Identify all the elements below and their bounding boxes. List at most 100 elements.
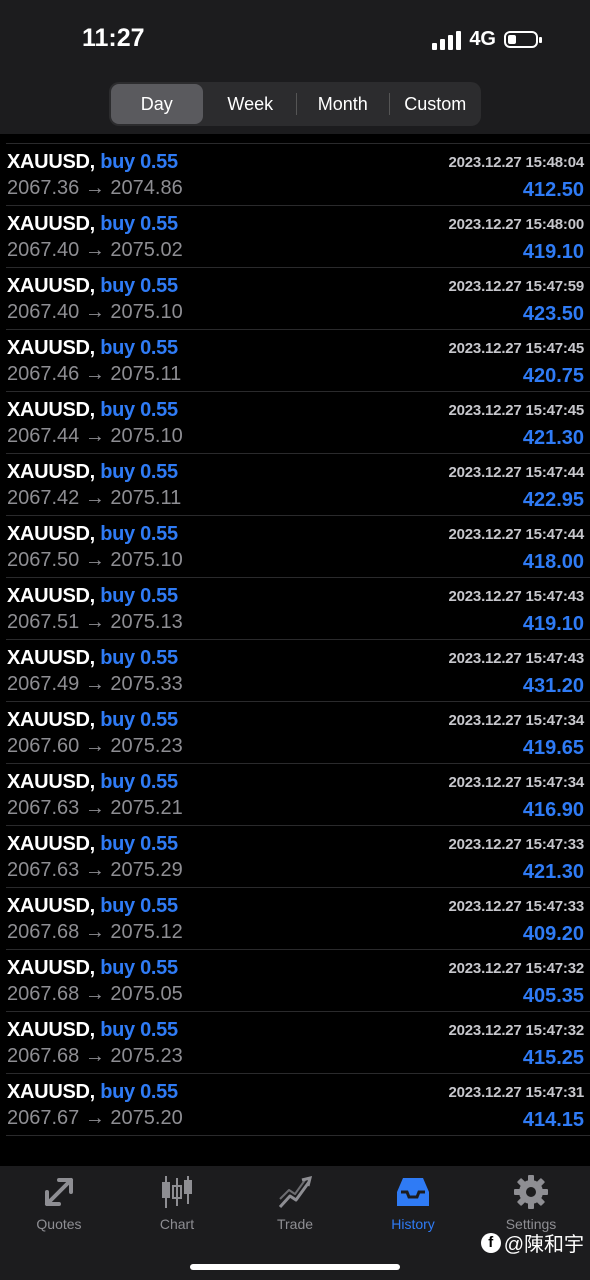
segment-label: Day: [140, 93, 173, 114]
deal-symbol: XAUUSD,: [7, 833, 95, 855]
deal-side-volume: buy 0.55: [100, 213, 178, 235]
deal-profit: 409.20: [523, 134, 584, 140]
deal-datetime: 2023.12.27 15:47:32: [448, 960, 585, 977]
period-segmented-control: Day Week Month Custom: [109, 82, 481, 126]
deal-datetime: 2023.12.27 15:47:44: [448, 464, 585, 481]
deal-symbol-line: XAUUSD, buy 0.55: [7, 275, 178, 298]
deal-row[interactable]: XAUUSD, buy 0.55 2067.51 → 2075.13 2023.12…: [6, 578, 590, 640]
deal-row[interactable]: XAUUSD, buy 0.55 2067.67 → 2075.20 2023.12…: [6, 1074, 590, 1136]
deal-symbol: XAUUSD,: [7, 275, 95, 297]
deal-prices: 2067.63 → 2075.29: [7, 859, 183, 881]
deal-prices: 2067.42 → 2075.11: [7, 487, 182, 509]
tab-settings[interactable]: Settings: [472, 1174, 590, 1234]
deal-datetime: 2023.12.27 15:47:32: [448, 1022, 585, 1039]
deal-row[interactable]: XAUUSD, buy 0.55 2067.68 → 2075.05 2023.12…: [6, 950, 590, 1012]
segment-label: Week: [227, 93, 274, 114]
deal-row[interactable]: XAUUSD, buy 0.55 2067.50 → 2075.10 2023.12…: [6, 516, 590, 578]
deal-prices: 2067.67 → 2075.20: [7, 1107, 183, 1129]
segment-custom[interactable]: Custom: [390, 84, 482, 124]
network-type: 4G: [469, 28, 496, 50]
tab-label: Quotes: [36, 1216, 82, 1232]
deal-datetime: 2023.12.27 15:47:33: [448, 836, 585, 853]
deal-profit: 419.10: [522, 241, 584, 263]
deal-prices: 2067.46 → 2075.11: [7, 363, 182, 385]
battery-icon: [504, 31, 542, 48]
chart-icon: [162, 1176, 192, 1208]
deal-row[interactable]: XAUUSD, buy 0.55 2067.68 → 2075.12 2023.12…: [6, 888, 590, 950]
deal-side-volume: buy 0.55: [100, 647, 178, 669]
deal-profit: 420.75: [522, 365, 584, 387]
deal-side-volume: buy 0.55: [100, 151, 178, 173]
tab-chart[interactable]: Chart: [118, 1174, 236, 1234]
deal-side-volume: buy 0.55: [100, 709, 178, 731]
deal-symbol-line: XAUUSD, buy 0.55: [7, 771, 178, 794]
signal-icon: [432, 30, 462, 50]
deal-prices: 2067.40 → 2075.10: [7, 301, 183, 323]
deal-row[interactable]: XAUUSD, buy 0.55 2067.44 → 2075.10 2023.12…: [6, 392, 590, 454]
deal-prices: 2067.63 → 2075.21: [7, 797, 183, 819]
tab-trade[interactable]: Trade: [236, 1174, 354, 1234]
deal-profit: 409.20: [522, 923, 584, 945]
status-bar: 11:27 4G: [0, 0, 590, 80]
deal-symbol: XAUUSD,: [7, 647, 95, 669]
deal-profit: 415.25: [522, 1047, 584, 1069]
deal-row[interactable]: XAUUSD, buy 0.55 2067.46 → 2075.11 2023.12…: [6, 330, 590, 392]
deal-symbol-line: XAUUSD, buy 0.55: [7, 523, 178, 546]
period-selector-bar: Day Week Month Custom: [0, 80, 590, 134]
deal-row[interactable]: XAUUSD, buy 0.55 2067.36 → 2074.86 2023.12…: [6, 144, 590, 206]
deal-symbol-line: XAUUSD, buy 0.55: [7, 709, 178, 732]
deal-profit: 419.65: [522, 737, 584, 759]
deal-side-volume: buy 0.55: [100, 895, 178, 917]
deal-row[interactable]: XAUUSD, buy 0.55 2067.49 → 2075.33 2023.12…: [6, 640, 590, 702]
deal-symbol-line: XAUUSD, buy 0.55: [7, 213, 178, 236]
deal-datetime: 2023.12.27 15:48:00: [448, 216, 585, 233]
deal-symbol: XAUUSD,: [7, 771, 95, 793]
deal-row[interactable]: XAUUSD, buy 0.55 2067.42 → 2075.11 2023.12…: [6, 454, 590, 516]
deal-row[interactable]: XAUUSD, buy 0.55 2067.68 → 2075.23 2023.12…: [6, 1012, 590, 1074]
deal-profit: 405.35: [522, 985, 584, 1007]
deal-prices: 2067.51 → 2075.13: [7, 611, 183, 633]
deal-symbol-line: XAUUSD, buy 0.55: [7, 957, 178, 980]
deal-profit: 419.10: [522, 613, 584, 635]
deal-symbol: XAUUSD,: [7, 957, 95, 979]
deal-datetime: 2023.12.27 15:47:31: [448, 1084, 585, 1101]
deal-prices: 2067.50 → 2075.10: [7, 549, 183, 571]
tab-label: History: [391, 1216, 435, 1232]
settings-icon: [514, 1175, 548, 1209]
history-deal-list[interactable]: XAUUSD, buy 0.55 2067.39 → 2074.83 2023.12…: [0, 134, 590, 1166]
deal-symbol: XAUUSD,: [7, 213, 95, 235]
deal-row[interactable]: XAUUSD, buy 0.55 2067.63 → 2075.21 2023.12…: [6, 764, 590, 826]
deal-side-volume: buy 0.55: [100, 957, 178, 979]
status-time: 11:27: [82, 24, 145, 52]
deal-profit: 422.95: [522, 489, 584, 511]
deal-datetime: 2023.12.27 15:47:45: [448, 402, 585, 419]
deal-profit: 421.30: [522, 861, 584, 883]
deal-symbol: XAUUSD,: [7, 1019, 95, 1041]
segment-label: Month: [317, 93, 368, 114]
tab-history[interactable]: History: [354, 1174, 472, 1234]
deal-side-volume: buy 0.55: [100, 585, 178, 607]
home-indicator[interactable]: [190, 1264, 400, 1270]
deal-side-volume: buy 0.55: [100, 523, 178, 545]
quotes-icon: [45, 1178, 73, 1206]
deal-row[interactable]: XAUUSD, buy 0.55 2067.40 → 2075.10 2023.12…: [6, 268, 590, 330]
deal-row[interactable]: XAUUSD, buy 0.552067.39 → 2074.832023.12…: [6, 134, 590, 144]
deal-datetime: 2023.12.27 15:47:44: [448, 526, 585, 543]
deal-symbol-line: XAUUSD, buy 0.55: [7, 337, 178, 360]
deal-side-volume: buy 0.55: [100, 275, 178, 297]
deal-symbol: XAUUSD,: [7, 523, 95, 545]
deal-row[interactable]: XAUUSD, buy 0.55 2067.60 → 2075.23 2023.12…: [6, 702, 590, 764]
deal-profit: 423.50: [522, 303, 584, 325]
deal-row[interactable]: XAUUSD, buy 0.55 2067.40 → 2075.02 2023.12…: [6, 206, 590, 268]
segment-week[interactable]: Week: [205, 84, 297, 124]
segment-month[interactable]: Month: [297, 84, 389, 124]
tab-label: Trade: [276, 1216, 314, 1232]
tab-quotes[interactable]: Quotes: [0, 1174, 118, 1234]
deal-profit: 414.15: [522, 1109, 584, 1131]
segment-day[interactable]: Day: [111, 84, 203, 124]
deal-prices: 2067.36 → 2074.86: [7, 177, 183, 199]
deal-profit: 418.00: [522, 551, 584, 573]
deal-row[interactable]: XAUUSD, buy 0.55 2067.63 → 2075.29 2023.12…: [6, 826, 590, 888]
deal-prices: 2067.68 → 2075.05: [7, 983, 183, 1005]
deal-symbol-line: XAUUSD, buy 0.55: [7, 399, 178, 422]
